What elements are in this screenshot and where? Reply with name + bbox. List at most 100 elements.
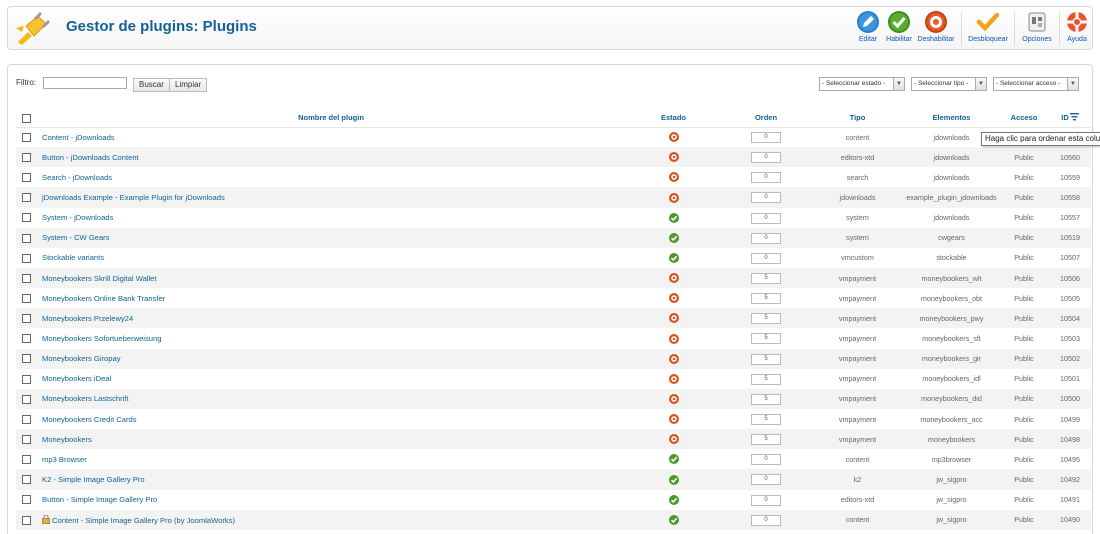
disabled-icon[interactable] <box>668 192 679 203</box>
order-input[interactable]: 5 <box>751 393 781 405</box>
plugin-name-link[interactable]: Moneybookers Sofortueberweisung <box>42 334 161 343</box>
order-input[interactable]: 0 <box>751 172 781 184</box>
order-input[interactable]: 5 <box>751 414 781 426</box>
order-input[interactable]: 0 <box>751 232 781 244</box>
enabled-icon[interactable] <box>668 474 679 485</box>
row-checkbox[interactable] <box>21 434 31 444</box>
plugin-name-link[interactable]: Moneybookers Skrill Digital Wallet <box>42 274 157 283</box>
enabled-icon[interactable] <box>668 454 679 465</box>
type-select[interactable]: - Seleccionar tipo - ▼ <box>911 77 987 91</box>
row-checkbox[interactable] <box>21 314 31 324</box>
plugin-name-link[interactable]: System - CW Gears <box>42 233 110 242</box>
column-header-state[interactable]: Estado <box>626 109 721 128</box>
row-checkbox[interactable] <box>21 354 31 364</box>
disabled-icon[interactable] <box>668 273 679 284</box>
enabled-icon[interactable] <box>668 232 679 243</box>
enabled-icon[interactable] <box>668 212 679 223</box>
access-select[interactable]: - Seleccionar acceso - ▼ <box>993 77 1079 91</box>
row-checkbox[interactable] <box>21 374 31 384</box>
row-checkbox[interactable] <box>21 153 31 162</box>
plugin-name-link[interactable]: Moneybookers Credit Cards <box>42 415 137 424</box>
order-input[interactable]: 0 <box>751 514 781 526</box>
disabled-icon[interactable] <box>668 353 679 364</box>
search-button[interactable]: Buscar <box>133 78 170 92</box>
plugin-name-link[interactable]: Moneybookers Online Bank Transfer <box>42 294 165 303</box>
row-checkbox[interactable] <box>21 253 31 263</box>
order-input[interactable]: 0 <box>751 212 781 224</box>
row-checkbox[interactable] <box>21 414 31 424</box>
disabled-icon[interactable] <box>668 172 679 183</box>
row-checkbox[interactable] <box>21 475 31 485</box>
disabled-icon[interactable] <box>668 373 679 384</box>
enabled-icon[interactable] <box>668 494 679 505</box>
row-checkbox[interactable] <box>21 495 31 505</box>
row-checkbox[interactable] <box>21 273 31 283</box>
disabled-icon[interactable] <box>668 152 679 163</box>
options-button[interactable]: Opciones <box>1019 10 1055 48</box>
row-checkbox[interactable] <box>21 394 31 404</box>
plugin-name-link[interactable]: Content - jDownloads <box>42 133 115 142</box>
plugin-name-link[interactable]: Stockable variants <box>42 253 104 262</box>
plugin-name-link[interactable]: Content - Simple Image Gallery Pro (by J… <box>52 516 235 525</box>
order-input[interactable]: 0 <box>751 152 781 164</box>
plugin-name-link[interactable]: Search - jDownloads <box>42 173 112 182</box>
disabled-icon[interactable] <box>668 313 679 324</box>
column-header-name[interactable]: Nombre del plugin <box>36 109 626 128</box>
column-header-id[interactable]: ID <box>1049 109 1091 128</box>
order-input[interactable]: 5 <box>751 373 781 385</box>
disabled-icon[interactable] <box>668 414 679 425</box>
plugin-name-link[interactable]: mp3 Browser <box>42 455 87 464</box>
plugin-name-link[interactable]: Moneybookers iDeal <box>42 374 111 383</box>
order-input[interactable]: 0 <box>751 494 781 506</box>
help-button[interactable]: Ayuda <box>1064 10 1090 48</box>
row-checkbox[interactable] <box>21 515 31 525</box>
plugin-name-link[interactable]: jDownloads Example - Example Plugin for … <box>42 193 225 202</box>
order-input[interactable]: 0 <box>751 192 781 204</box>
order-input[interactable]: 0 <box>751 474 781 486</box>
order-input[interactable]: 5 <box>751 293 781 305</box>
plugin-name-link[interactable]: Button - Simple Image Gallery Pro <box>42 495 157 504</box>
plugin-name-link[interactable]: Moneybookers Lastschrift <box>42 394 129 403</box>
clear-button[interactable]: Limpiar <box>169 78 208 92</box>
order-input[interactable]: 5 <box>751 434 781 446</box>
checkin-button[interactable]: Desbloquear <box>966 10 1010 48</box>
disabled-icon[interactable] <box>668 393 679 404</box>
order-input[interactable]: 0 <box>751 132 781 144</box>
order-input[interactable]: 5 <box>751 273 781 285</box>
state-select[interactable]: - Seleccionar estado - ▼ <box>819 77 905 91</box>
plugin-name-link[interactable]: Button - jDownloads Content <box>42 153 139 162</box>
select-all-checkbox[interactable] <box>21 113 31 123</box>
lock-icon[interactable] <box>42 514 50 524</box>
enable-button[interactable]: Habilitar <box>883 10 915 48</box>
filter-input[interactable] <box>43 77 127 89</box>
order-input[interactable]: 5 <box>751 313 781 325</box>
edit-button[interactable]: Editar <box>853 10 883 48</box>
column-header-access[interactable]: Acceso <box>999 109 1049 128</box>
row-checkbox[interactable] <box>21 133 31 143</box>
row-checkbox[interactable] <box>21 173 31 183</box>
plugin-name-link[interactable]: System - jDownloads <box>42 213 113 222</box>
plugin-name-link[interactable]: Moneybookers Przelewy24 <box>42 314 133 323</box>
row-checkbox[interactable] <box>21 334 31 344</box>
order-input[interactable]: 5 <box>751 353 781 365</box>
row-checkbox[interactable] <box>21 193 31 203</box>
plugin-name-link[interactable]: Moneybookers <box>42 435 92 444</box>
order-input[interactable]: 0 <box>751 454 781 466</box>
disabled-icon[interactable] <box>668 293 679 304</box>
disabled-icon[interactable] <box>668 434 679 445</box>
order-input[interactable]: 5 <box>751 333 781 345</box>
disabled-icon[interactable] <box>668 132 679 143</box>
enabled-icon[interactable] <box>668 252 679 263</box>
column-header-type[interactable]: Tipo <box>811 109 904 128</box>
enabled-icon[interactable] <box>668 514 679 525</box>
column-header-order[interactable]: Orden <box>721 109 811 128</box>
disable-button[interactable]: Deshabilitar <box>915 10 957 48</box>
column-header-elements[interactable]: Elementos <box>904 109 999 128</box>
row-checkbox[interactable] <box>21 213 31 223</box>
plugin-name-link[interactable]: Moneybookers Giropay <box>42 354 121 363</box>
plugin-name-link[interactable]: K2 - Simple Image Gallery Pro <box>42 475 145 484</box>
disabled-icon[interactable] <box>668 333 679 344</box>
row-checkbox[interactable] <box>21 233 31 243</box>
row-checkbox[interactable] <box>21 293 31 303</box>
order-input[interactable]: 0 <box>751 252 781 264</box>
